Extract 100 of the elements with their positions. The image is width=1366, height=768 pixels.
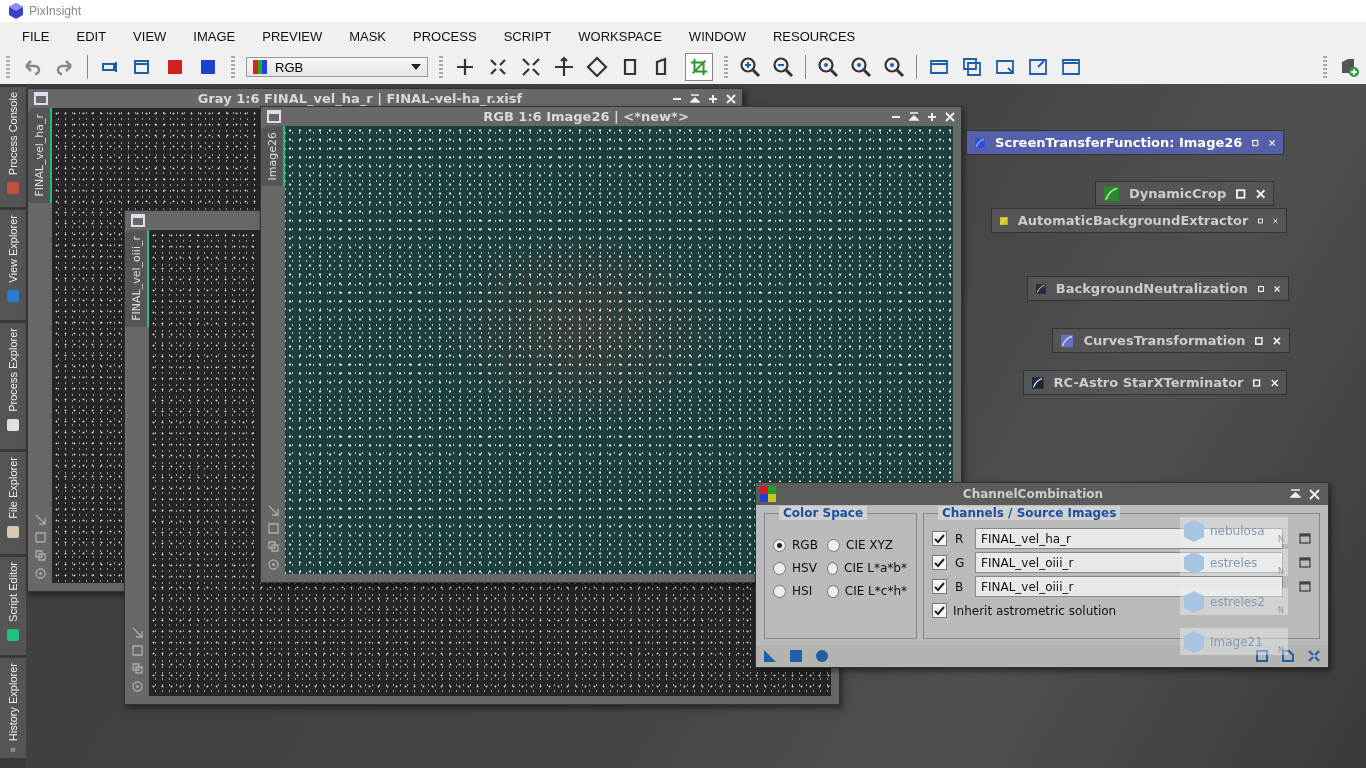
process-icon-item[interactable]: DynamicCrop	[1095, 181, 1274, 206]
window-title: Gray 1:6 FINAL_vel_ha_r | FINAL-vel-ha_r.xisf	[196, 91, 524, 106]
window-icon[interactable]	[1299, 533, 1311, 544]
close-icon[interactable]	[1273, 335, 1281, 346]
window-icon	[131, 214, 145, 227]
menu-item[interactable]: EDIT	[76, 28, 107, 44]
transform-icon[interactable]	[520, 56, 542, 78]
side-panel-tab[interactable]: Script Editor	[0, 557, 26, 655]
radio-button[interactable]	[773, 538, 786, 552]
view-tab[interactable]: Image26	[261, 126, 285, 187]
menu-item[interactable]: RESOURCES	[772, 28, 856, 44]
process-icon-item[interactable]: AutomaticBackgroundExtractor	[991, 208, 1287, 233]
color-space-dropdown[interactable]: RGB	[246, 57, 428, 77]
process-icon-item[interactable]: BackgroundNeutralization	[1027, 276, 1289, 301]
window-layout-icon[interactable]	[1027, 56, 1049, 78]
shade-icon[interactable]	[909, 111, 919, 122]
maximize-icon[interactable]	[1258, 215, 1264, 226]
process-icon-item[interactable]: CurvesTransformation	[1052, 328, 1290, 353]
maximize-icon[interactable]	[1252, 137, 1259, 148]
window-title: RGB 1:6 Image26 | <*new*>	[482, 109, 690, 124]
shade-icon[interactable]	[1290, 489, 1301, 499]
maximize-icon[interactable]	[1255, 335, 1264, 346]
process-icon-item[interactable]: ScreenTransferFunction: Image26	[966, 130, 1284, 155]
menu-item[interactable]: PREVIEW	[262, 28, 323, 44]
zoom-icon[interactable]	[850, 56, 872, 78]
close-icon[interactable]	[1255, 188, 1265, 199]
radio-option[interactable]: RGB	[773, 538, 827, 552]
transform-icon[interactable]	[553, 56, 575, 78]
group-title: Channels / Source Images	[938, 506, 1121, 520]
side-panel-tab[interactable]: History Explorer	[0, 658, 26, 758]
transform-icon[interactable]	[586, 56, 608, 78]
view-tab[interactable]: FINAL_vel_oiii_r	[125, 230, 149, 327]
cube-icon	[1184, 519, 1204, 542]
channel-label: B	[955, 579, 965, 594]
image-icon-label: estreles2	[1210, 594, 1266, 609]
maximize-icon[interactable]	[1257, 283, 1264, 294]
process-icon	[1104, 185, 1119, 202]
zoom-icon[interactable]	[883, 56, 905, 78]
checkbox[interactable]	[932, 579, 947, 594]
radio-option[interactable]: CIE XYZ	[827, 538, 907, 552]
checkbox[interactable]	[932, 603, 947, 618]
collapse-icon[interactable]	[1308, 650, 1320, 662]
zoom-icon[interactable]	[817, 56, 839, 78]
window-icon	[267, 110, 281, 123]
menu-item[interactable]: SCRIPT	[503, 28, 552, 44]
side-panel-tab[interactable]: View Explorer	[0, 210, 26, 320]
menu-item[interactable]: WORKSPACE	[578, 28, 662, 44]
crop-icon[interactable]	[685, 53, 713, 81]
checkbox[interactable]	[932, 555, 947, 570]
transform-icon[interactable]	[454, 56, 476, 78]
close-icon[interactable]	[726, 93, 736, 104]
triangle-icon[interactable]	[764, 650, 776, 662]
menu-item[interactable]: WINDOW	[688, 28, 746, 44]
radio-option[interactable]: CIE L*c*h*	[827, 584, 907, 598]
window-icon[interactable]	[1299, 557, 1311, 568]
radio-option[interactable]: HSI	[773, 584, 827, 598]
checkbox-label[interactable]: Inherit astrometric solution	[953, 603, 1117, 618]
side-panel-tab[interactable]: File Explorer	[0, 452, 26, 554]
cube-icon	[1184, 630, 1204, 653]
process-icon	[1032, 374, 1044, 391]
cube-icon	[1184, 590, 1204, 613]
process-icon-item[interactable]: RC-Astro StarXTerminator	[1023, 370, 1287, 395]
radio-button[interactable]	[827, 538, 840, 552]
document-icon[interactable]	[1282, 650, 1294, 662]
menu-item[interactable]: PROCESS	[413, 28, 477, 44]
maximize-icon[interactable]	[927, 111, 937, 122]
rgb-icon	[253, 60, 267, 74]
side-panel-tab[interactable]: Process Explorer	[0, 323, 26, 449]
image-icon-label: Image21	[1210, 634, 1264, 649]
circle-icon[interactable]	[816, 650, 828, 662]
channel-label: R	[955, 531, 965, 546]
radio-button[interactable]	[827, 561, 838, 575]
maximize-icon[interactable]	[1253, 377, 1261, 388]
side-panel-tab[interactable]: Process Console	[0, 87, 26, 207]
close-icon[interactable]	[1270, 377, 1278, 388]
square-icon[interactable]	[1256, 650, 1268, 662]
menu-item[interactable]: VIEW	[133, 28, 167, 44]
checkbox[interactable]	[932, 531, 947, 546]
window-layout-icon[interactable]	[961, 56, 983, 78]
source-image-field[interactable]: FINAL_vel_oiii_r	[975, 576, 1283, 597]
radio-button[interactable]	[773, 561, 786, 575]
image-icon-letter: N	[1278, 567, 1284, 576]
window-icon[interactable]	[1299, 581, 1311, 592]
radio-button[interactable]	[827, 584, 839, 598]
close-icon[interactable]	[1309, 488, 1320, 500]
menu-item[interactable]: IMAGE	[193, 28, 236, 44]
radio-button[interactable]	[773, 584, 786, 598]
maximize-icon[interactable]	[708, 93, 718, 104]
window-layout-icon[interactable]	[1060, 56, 1082, 78]
menu-item[interactable]: FILE	[22, 28, 50, 44]
radio-option[interactable]: CIE L*a*b*	[827, 561, 907, 575]
menu-item[interactable]: MASK	[349, 28, 387, 44]
close-icon[interactable]	[1268, 137, 1275, 148]
zoom-out-icon[interactable]	[772, 56, 794, 78]
zoom-in-icon[interactable]	[739, 56, 761, 78]
shade-icon[interactable]	[690, 93, 700, 104]
maximize-icon[interactable]	[1236, 188, 1246, 199]
close-icon[interactable]	[945, 111, 955, 122]
view-tab[interactable]: FINAL_vel_ha_r	[28, 108, 52, 203]
radio-option[interactable]: HSV	[773, 561, 827, 575]
